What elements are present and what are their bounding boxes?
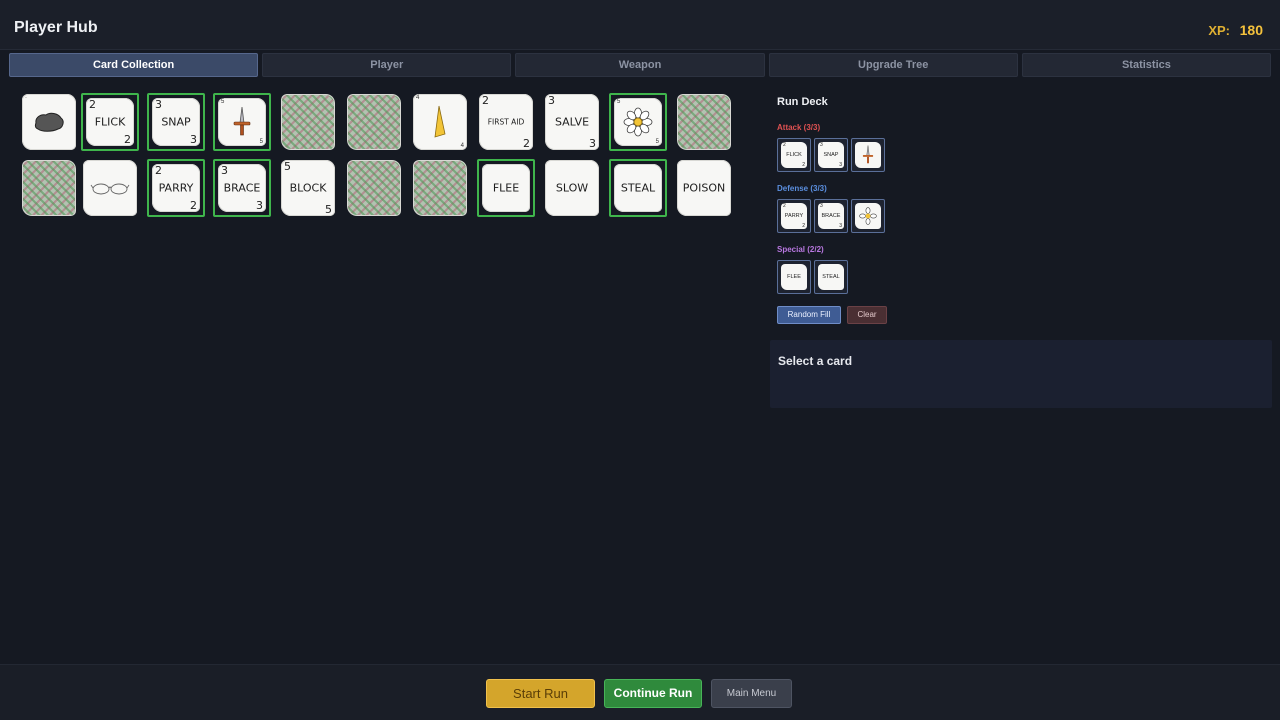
card-label: PARRY: [158, 181, 194, 195]
glasses-icon: [90, 183, 130, 195]
collection-card[interactable]: POISON: [675, 159, 733, 217]
card-cost: 2: [155, 164, 162, 177]
deck-slot-special[interactable]: STEAL: [814, 260, 848, 294]
collection-card[interactable]: 2 PARRY 2: [147, 159, 205, 217]
collection-card[interactable]: [81, 159, 139, 217]
deck-card-label: BRACE: [821, 213, 841, 219]
collection-card-locked[interactable]: [20, 159, 78, 217]
card-cost: 3: [589, 137, 596, 150]
collection-card[interactable]: 4 4: [411, 93, 469, 151]
card-cost: 2: [482, 94, 489, 107]
card-label: BLOCK: [289, 181, 327, 195]
deck-slot-attack[interactable]: 2 FLICK 2: [777, 138, 811, 172]
tab-player[interactable]: Player: [262, 53, 512, 77]
deck-slot-defense[interactable]: [851, 199, 885, 233]
card-label: STEAL: [620, 181, 656, 195]
collection-card[interactable]: 3 SALVE 3: [543, 93, 601, 151]
collection-card[interactable]: 2 FIRST AID 2: [477, 93, 535, 151]
tab-card-collection[interactable]: Card Collection: [9, 53, 259, 77]
collection-card-locked[interactable]: [345, 159, 403, 217]
card-label: POISON: [682, 181, 726, 195]
blade-icon: [434, 105, 446, 138]
tab-statistics[interactable]: Statistics: [1021, 53, 1272, 77]
card-cost: 5: [284, 160, 291, 173]
deck-card-label: SNAP: [823, 152, 839, 158]
tab-bar: Card Collection Player Weapon Upgrade Tr…: [9, 53, 1272, 77]
continue-run-button[interactable]: Continue Run: [604, 679, 702, 708]
card-cost: 3: [190, 133, 197, 146]
card-cost: 2: [523, 137, 530, 150]
card-cost: 2: [190, 199, 197, 212]
main-menu-button[interactable]: Main Menu: [711, 679, 792, 708]
locked-card-icon: [413, 160, 467, 216]
collection-card-locked[interactable]: [279, 93, 337, 151]
deck-slot-attack[interactable]: 3 SNAP 3: [814, 138, 848, 172]
deck-slot-defense[interactable]: 3 BRACE 3: [814, 199, 848, 233]
card-cost: 3: [221, 164, 228, 177]
deck-slot-defense[interactable]: 2 PARRY 2: [777, 199, 811, 233]
run-deck-panel: Run Deck Attack (3/3) 2 FLICK 2 3 SNAP 3…: [777, 96, 1267, 324]
collection-card[interactable]: ·: [20, 93, 78, 151]
card-label: FIRST AID: [487, 117, 525, 127]
bottom-bar: Start Run Continue Run Main Menu: [0, 664, 1280, 720]
card-cost: 2: [89, 98, 96, 111]
collection-card[interactable]: SLOW: [543, 159, 601, 217]
card-cost: 2: [124, 133, 131, 146]
locked-card-icon: [281, 94, 335, 150]
collection-card[interactable]: FLEE: [477, 159, 535, 217]
flower-icon: [859, 207, 877, 225]
card-detail-text: Select a card: [778, 354, 853, 368]
random-fill-button[interactable]: Random Fill: [777, 306, 841, 324]
card-label: FLICK: [94, 115, 126, 129]
xp-display: XP: 180: [1208, 22, 1263, 38]
run-deck-title: Run Deck: [777, 96, 828, 108]
deck-card-label: FLEE: [787, 274, 801, 280]
collection-card-locked[interactable]: [675, 93, 733, 151]
special-section-label: Special (2/2): [777, 245, 824, 254]
page-title: Player Hub: [14, 19, 98, 36]
dagger-icon: [862, 145, 874, 164]
flower-icon: [623, 107, 653, 137]
tab-upgrade-tree[interactable]: Upgrade Tree: [768, 53, 1018, 77]
collection-card-locked[interactable]: [345, 93, 403, 151]
top-bar: Player Hub XP: 180: [0, 0, 1280, 50]
card-label: SLOW: [555, 181, 589, 195]
locked-card-icon: [347, 94, 401, 150]
card-label: FLEE: [492, 181, 520, 195]
dagger-icon: [233, 106, 251, 136]
collection-card[interactable]: 3 SNAP 3: [147, 93, 205, 151]
locked-card-icon: [22, 160, 76, 216]
tab-weapon[interactable]: Weapon: [515, 53, 765, 77]
deck-card-label: FLICK: [786, 152, 802, 158]
card-label: SNAP: [161, 115, 191, 129]
rock-icon: [34, 112, 64, 132]
card-cost: 3: [548, 94, 555, 107]
card-label: SALVE: [554, 115, 590, 129]
collection-card[interactable]: 3 BRACE 3: [213, 159, 271, 217]
xp-value: 180: [1239, 22, 1263, 38]
card-detail-panel: Select a card: [770, 340, 1272, 408]
deck-card-label: PARRY: [784, 213, 804, 219]
card-cost: 3: [256, 199, 263, 212]
card-label: BRACE: [223, 181, 261, 195]
deck-card-label: STEAL: [822, 274, 840, 280]
locked-card-icon: [677, 94, 731, 150]
deck-slot-special[interactable]: FLEE: [777, 260, 811, 294]
collection-card-locked[interactable]: [411, 159, 469, 217]
card-cost: 3: [155, 98, 162, 111]
attack-section-label: Attack (3/3): [777, 123, 821, 132]
collection-card[interactable]: STEAL: [609, 159, 667, 217]
defense-section-label: Defense (3/3): [777, 184, 827, 193]
collection-card[interactable]: 5 5: [609, 93, 667, 151]
deck-slot-attack[interactable]: [851, 138, 885, 172]
start-run-button[interactable]: Start Run: [486, 679, 595, 708]
collection-card[interactable]: 5 BLOCK 5: [279, 159, 337, 217]
card-cost: 5: [325, 203, 332, 216]
clear-button[interactable]: Clear: [847, 306, 887, 324]
collection-card[interactable]: 5 5: [213, 93, 271, 151]
collection-card[interactable]: 2 FLICK 2: [81, 93, 139, 151]
locked-card-icon: [347, 160, 401, 216]
xp-label: XP:: [1208, 23, 1231, 38]
